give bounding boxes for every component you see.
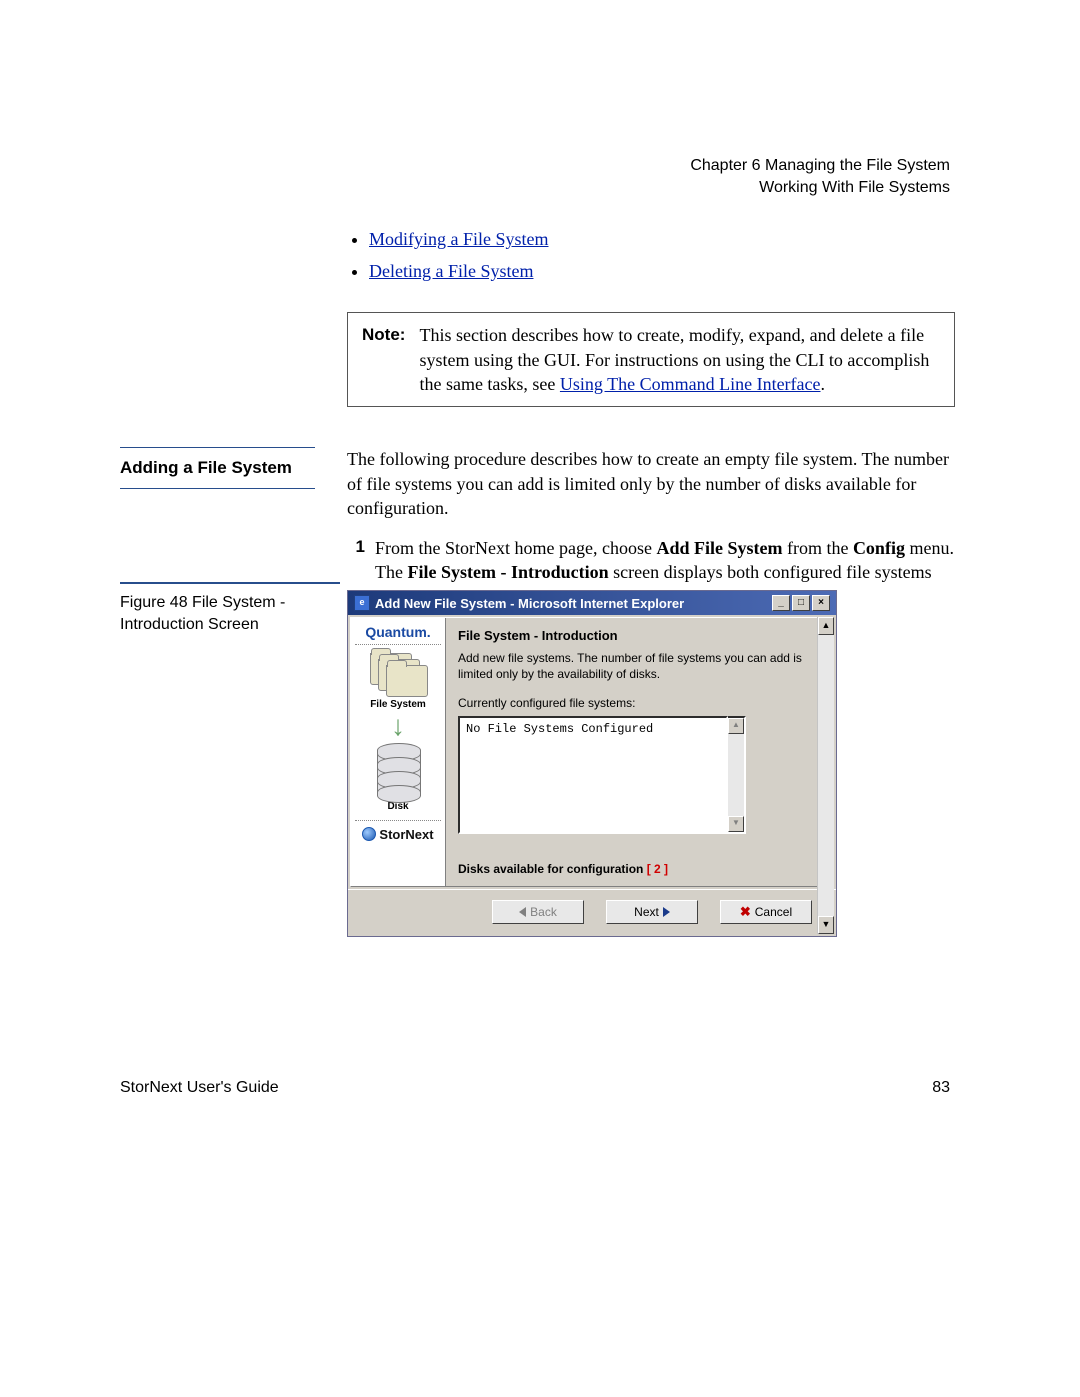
- maximize-button[interactable]: □: [792, 595, 810, 611]
- bullet-list: Modifying a File System Deleting a File …: [347, 225, 955, 286]
- filesystem-icon-label: File System: [370, 699, 426, 710]
- cancel-button[interactable]: ✖ Cancel: [720, 900, 812, 924]
- link-deleting-fs[interactable]: Deleting a File System: [369, 261, 533, 281]
- footer-right: 83: [932, 1079, 950, 1097]
- configured-list[interactable]: No File Systems Configured: [458, 716, 728, 834]
- dialog-main: File System - Introduction Add new file …: [446, 618, 819, 886]
- back-button[interactable]: Back: [492, 900, 584, 924]
- link-cli[interactable]: Using The Command Line Interface: [560, 374, 821, 394]
- list-item: Modifying a File System: [369, 225, 955, 255]
- content-column: Modifying a File System Deleting a File …: [347, 225, 955, 609]
- ie-icon: e: [354, 595, 370, 611]
- cancel-x-icon: ✖: [740, 904, 751, 920]
- section-intro: The following procedure describes how to…: [347, 447, 955, 520]
- stornext-label: StorNext: [379, 827, 433, 842]
- next-arrow-icon: [663, 907, 670, 917]
- arrow-down-icon: ↓: [391, 718, 405, 735]
- figure-caption: Figure 48 File System - Introduction Scr…: [120, 582, 340, 635]
- next-button[interactable]: Next: [606, 900, 698, 924]
- back-arrow-icon: [519, 907, 526, 917]
- footer-left: StorNext User's Guide: [120, 1079, 279, 1097]
- list-scroll-up-icon[interactable]: ▲: [728, 718, 744, 734]
- chapter-title: Chapter 6 Managing the File System: [690, 155, 950, 177]
- window-title: Add New File System - Microsoft Internet…: [375, 596, 684, 611]
- list-scrollbar[interactable]: ▲ ▼: [728, 716, 746, 834]
- disks-available-line: Disks available for configuration [ 2 ]: [458, 862, 807, 876]
- ie-window: e Add New File System - Microsoft Intern…: [347, 590, 837, 937]
- listbox-wrap: No File Systems Configured ▲ ▼: [458, 716, 746, 834]
- stornext-orb-icon: [362, 827, 376, 841]
- note-box: Note: This section describes how to crea…: [347, 312, 955, 407]
- back-label: Back: [530, 905, 557, 919]
- note-label: Note:: [362, 323, 405, 396]
- page-footer: StorNext User's Guide 83: [120, 1079, 950, 1097]
- stornext-logo: StorNext: [355, 820, 441, 842]
- quantum-logo: Quantum.: [355, 624, 441, 645]
- note-text: This section describes how to create, mo…: [419, 323, 940, 396]
- disks-available-count: [ 2 ]: [647, 862, 668, 876]
- disks-available-label: Disks available for configuration: [458, 862, 647, 876]
- filesystem-icon: File System: [370, 653, 426, 710]
- list-item: Deleting a File System: [369, 257, 955, 287]
- scroll-down-icon[interactable]: ▼: [818, 916, 834, 934]
- page-header: Chapter 6 Managing the File System Worki…: [690, 155, 950, 198]
- next-label: Next: [634, 905, 659, 919]
- section-adding-fs: Adding a File System The following proce…: [347, 447, 955, 609]
- disk-icon: Disk: [373, 743, 423, 812]
- window-controls: _ □ ×: [772, 595, 830, 611]
- section-title: Working With File Systems: [690, 177, 950, 199]
- note-text-after: .: [821, 374, 826, 394]
- minimize-button[interactable]: _: [772, 595, 790, 611]
- pane-description: Add new file systems. The number of file…: [458, 651, 807, 682]
- list-scroll-down-icon[interactable]: ▼: [728, 816, 744, 832]
- pane-title: File System - Introduction: [458, 628, 807, 643]
- close-button[interactable]: ×: [812, 595, 830, 611]
- dialog-buttons: Back Next ✖ Cancel: [348, 889, 836, 936]
- cancel-label: Cancel: [755, 905, 792, 919]
- link-modifying-fs[interactable]: Modifying a File System: [369, 229, 549, 249]
- scroll-up-icon[interactable]: ▲: [818, 617, 834, 635]
- window-titlebar: e Add New File System - Microsoft Intern…: [348, 591, 836, 615]
- dialog-body: Quantum. File System ↓: [350, 617, 820, 887]
- configured-label: Currently configured file systems:: [458, 696, 807, 710]
- dialog-sidebar: Quantum. File System ↓: [351, 618, 446, 886]
- page: Chapter 6 Managing the File System Worki…: [0, 0, 1080, 1397]
- vertical-scrollbar[interactable]: ▲ ▼: [817, 617, 834, 934]
- section-heading: Adding a File System: [120, 447, 315, 489]
